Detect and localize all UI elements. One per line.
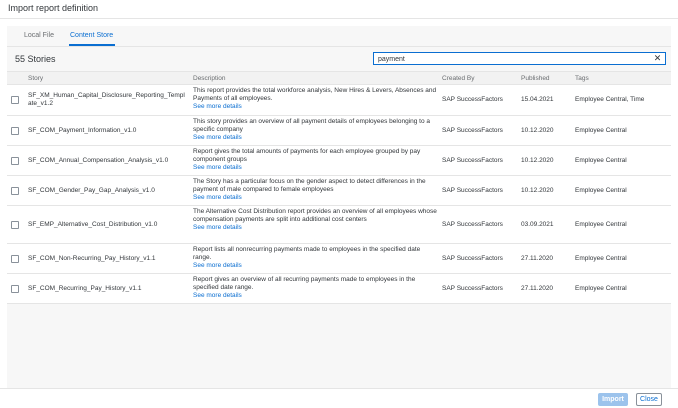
tags: Employee Central, Time xyxy=(575,96,645,103)
title-divider xyxy=(0,18,678,19)
tags: Employee Central xyxy=(575,187,627,194)
story-description: Report gives an overview of all recurrin… xyxy=(193,276,438,300)
table-row[interactable]: SF_COM_Payment_Information_v1.0 This sto… xyxy=(7,116,671,146)
created-by: SAP SuccessFactors xyxy=(442,255,503,262)
story-description: The Story has a particular focus on the … xyxy=(193,178,438,202)
published-date: 10.12.2020 xyxy=(521,127,554,134)
story-description: Report gives the total amounts of paymen… xyxy=(193,148,438,172)
tab-bar: Local File Content Store xyxy=(7,26,671,47)
story-name: SF_XM_Human_Capital_Disclosure_Reporting… xyxy=(28,92,185,107)
table-row[interactable]: SF_COM_Gender_Pay_Gap_Analysis_v1.0 The … xyxy=(7,176,671,206)
tags: Employee Central xyxy=(575,255,627,262)
header-created-by: Created By xyxy=(442,75,475,82)
description-text: Report gives the total amounts of paymen… xyxy=(193,148,421,163)
tab-content-store[interactable]: Content Store xyxy=(70,32,113,39)
story-name: SF_COM_Recurring_Pay_History_v1.1 xyxy=(28,285,142,292)
created-by: SAP SuccessFactors xyxy=(442,221,503,228)
description-text: This story provides an overview of all p… xyxy=(193,118,431,133)
row-checkbox[interactable] xyxy=(11,187,19,195)
row-checkbox[interactable] xyxy=(11,255,19,263)
table-row[interactable]: SF_XM_Human_Capital_Disclosure_Reporting… xyxy=(7,85,671,116)
story-description: This story provides an overview of all p… xyxy=(193,118,438,142)
row-checkbox[interactable] xyxy=(11,127,19,135)
see-more-details-link[interactable]: See more details xyxy=(193,134,438,142)
published-date: 27.11.2020 xyxy=(521,285,554,292)
see-more-details-link[interactable]: See more details xyxy=(193,103,438,111)
tags: Employee Central xyxy=(575,221,627,228)
see-more-details-link[interactable]: See more details xyxy=(193,194,438,202)
header-published: Published xyxy=(521,75,550,82)
table-row[interactable]: SF_COM_Non-Recurring_Pay_History_v1.1 Re… xyxy=(7,244,671,274)
created-by: SAP SuccessFactors xyxy=(442,187,503,194)
tags: Employee Central xyxy=(575,127,627,134)
row-checkbox[interactable] xyxy=(11,285,19,293)
import-button[interactable]: Import xyxy=(598,393,628,406)
table-toolbar: 55 Stories ✕ xyxy=(7,47,671,69)
row-checkbox[interactable] xyxy=(11,221,19,229)
header-story: Story xyxy=(28,75,44,82)
story-name: SF_COM_Gender_Pay_Gap_Analysis_v1.0 xyxy=(28,187,155,194)
created-by: SAP SuccessFactors xyxy=(442,157,503,164)
see-more-details-link[interactable]: See more details xyxy=(193,164,438,172)
content-area: Local File Content Store 55 Stories ✕ St… xyxy=(7,26,671,388)
story-description: This report provides the total workforce… xyxy=(193,87,438,111)
see-more-details-link[interactable]: See more details xyxy=(193,262,438,270)
description-text: The Alternative Cost Distribution report… xyxy=(193,208,437,223)
see-more-details-link[interactable]: See more details xyxy=(193,292,438,300)
story-name: SF_EMP_Alternative_Cost_Distribution_v1.… xyxy=(28,221,158,228)
dialog-title: Import report definition xyxy=(8,3,99,13)
description-text: The Story has a particular focus on the … xyxy=(193,178,426,193)
created-by: SAP SuccessFactors xyxy=(442,285,503,292)
header-tags: Tags xyxy=(575,75,589,82)
story-description: The Alternative Cost Distribution report… xyxy=(193,208,438,232)
header-description: Description xyxy=(193,75,226,82)
search-field: ✕ xyxy=(373,52,666,65)
tags: Employee Central xyxy=(575,157,627,164)
description-text: Report lists all nonrecurring payments m… xyxy=(193,246,421,261)
table-row[interactable]: SF_COM_Annual_Compensation_Analysis_v1.0… xyxy=(7,146,671,176)
table-row[interactable]: SF_COM_Recurring_Pay_History_v1.1 Report… xyxy=(7,274,671,304)
dialog-footer: Import Close xyxy=(0,388,678,408)
published-date: 27.11.2020 xyxy=(521,255,554,262)
row-checkbox[interactable] xyxy=(11,157,19,165)
published-date: 10.12.2020 xyxy=(521,187,554,194)
description-text: Report gives an overview of all recurrin… xyxy=(193,276,416,291)
story-count: 55 Stories xyxy=(15,54,56,64)
created-by: SAP SuccessFactors xyxy=(442,127,503,134)
published-date: 03.09.2021 xyxy=(521,221,554,228)
published-date: 15.04.2021 xyxy=(521,96,554,103)
table-row[interactable]: SF_EMP_Alternative_Cost_Distribution_v1.… xyxy=(7,206,671,244)
close-button[interactable]: Close xyxy=(636,393,662,406)
tab-local-file[interactable]: Local File xyxy=(24,32,54,39)
story-name: SF_COM_Payment_Information_v1.0 xyxy=(28,127,137,134)
clear-icon[interactable]: ✕ xyxy=(653,54,662,63)
search-input[interactable] xyxy=(378,54,648,64)
description-text: This report provides the total workforce… xyxy=(193,87,437,102)
story-description: Report lists all nonrecurring payments m… xyxy=(193,246,438,270)
stories-table: Story Description Created By Published T… xyxy=(7,71,671,304)
row-checkbox[interactable] xyxy=(11,96,19,104)
story-name: SF_COM_Non-Recurring_Pay_History_v1.1 xyxy=(28,255,156,262)
story-name: SF_COM_Annual_Compensation_Analysis_v1.0 xyxy=(28,157,169,164)
created-by: SAP SuccessFactors xyxy=(442,96,503,103)
tags: Employee Central xyxy=(575,285,627,292)
see-more-details-link[interactable]: See more details xyxy=(193,224,438,232)
table-header: Story Description Created By Published T… xyxy=(7,71,671,85)
published-date: 10.12.2020 xyxy=(521,157,554,164)
